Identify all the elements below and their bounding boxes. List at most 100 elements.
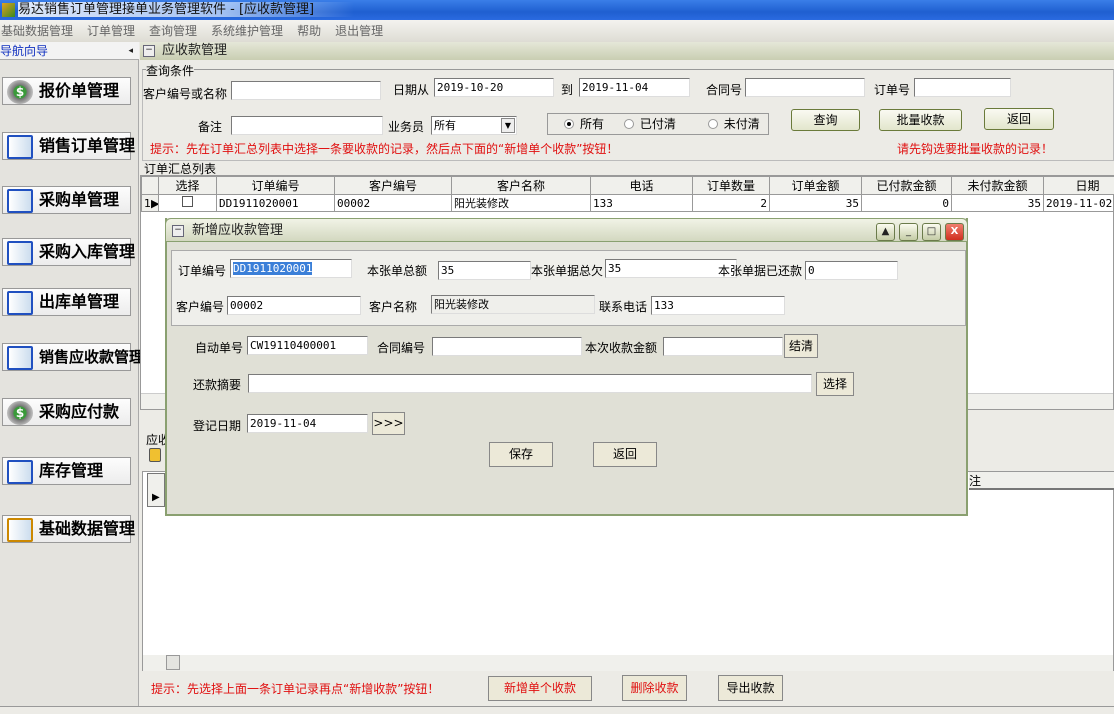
order-no-label: 订单号: [874, 83, 911, 97]
order-no-field[interactable]: DD1911020001: [230, 259, 352, 278]
search-button[interactable]: 查询: [791, 109, 860, 131]
export-receipt-button[interactable]: 导出收款: [718, 675, 783, 701]
choose-button[interactable]: 选择: [816, 372, 854, 396]
query-hint: 提示：先在订单汇总列表中选择一条要收款的记录，然后点下面的“新增单个收款”按钮！: [150, 142, 619, 156]
system-menu-icon[interactable]: −: [172, 225, 184, 237]
cust-name-label: 客户名称: [369, 300, 418, 314]
date-picker-button[interactable]: >>>: [372, 412, 405, 435]
auto-no-label: 自动单号: [195, 341, 244, 355]
date-from-input[interactable]: 2019-10-20: [434, 78, 554, 97]
order-no-input[interactable]: [914, 78, 1011, 97]
cust-name-field[interactable]: 阳光装修改: [431, 295, 595, 314]
salesman-select[interactable]: 所有 ▼: [431, 116, 517, 135]
contract-field[interactable]: [432, 337, 582, 356]
money-bag-icon: $: [7, 80, 33, 104]
date-label: 登记日期: [193, 419, 242, 433]
document-icon: [7, 241, 33, 265]
total-field[interactable]: 35: [438, 261, 531, 280]
settle-button[interactable]: 结清: [784, 334, 818, 358]
summary-field[interactable]: [248, 374, 812, 393]
date-field[interactable]: 2019-11-04: [247, 414, 368, 433]
cust-no-field[interactable]: 00002: [227, 296, 361, 315]
panel-header: − 应收款管理: [140, 42, 1114, 60]
sidebar-item-outbound[interactable]: 出库单管理: [2, 288, 131, 316]
receipts-hscrollbar[interactable]: [143, 655, 1113, 671]
phone-field[interactable]: 133: [651, 296, 785, 315]
status-bar: [0, 706, 1114, 714]
add-receipt-button[interactable]: 新增单个收款: [488, 676, 592, 701]
summary-label: 还款摘要: [193, 378, 242, 392]
col-order-no: 订单编号: [216, 176, 335, 195]
close-icon[interactable]: X: [945, 223, 964, 241]
back-button[interactable]: 返回: [984, 108, 1054, 130]
panel-title: 应收款管理: [162, 43, 228, 58]
sidebar-item-payables[interactable]: $ 采购应付款: [2, 398, 131, 426]
batch-hint: 请先钩选要批量收款的记录！: [897, 142, 1054, 156]
dialog-title-bar[interactable]: − 新增应收款管理 ▲ _ □ X: [165, 218, 968, 242]
document-edit-icon: [7, 291, 33, 315]
window-title: 易达销售订单管理接单业务管理软件 - [应收款管理]: [18, 2, 355, 17]
bottom-hint: 提示：先选择上面一条订单记录再点“新增收款”按钮！: [151, 682, 440, 696]
order-no-label: 订单编号: [178, 264, 227, 278]
menu-exit[interactable]: 退出管理: [335, 20, 383, 42]
sidebar-item-basic-data[interactable]: 基础数据管理: [2, 515, 135, 543]
rollup-icon[interactable]: ▲: [876, 223, 895, 241]
menu-basic-data[interactable]: 基础数据管理: [1, 20, 73, 42]
row-indicator: ▶: [147, 473, 165, 507]
remark-input[interactable]: [231, 116, 383, 135]
customer-input[interactable]: [231, 81, 381, 100]
minimize-panel-icon[interactable]: −: [143, 45, 155, 57]
edit-tool-icon[interactable]: [149, 448, 161, 462]
sidebar-item-purchase[interactable]: 采购单管理: [2, 186, 131, 214]
repaid-label: 本张单据已还款: [718, 264, 803, 278]
folder-edit-icon: [7, 518, 33, 542]
sidebar: $ 报价单管理 销售订单管理 采购单管理 采购入库管理 出库单管理 销售应收款管理…: [0, 60, 144, 714]
menu-system[interactable]: 系统维护管理: [211, 20, 283, 42]
table-row[interactable]: 1▶ DD191102000100002阳光装修改1332350352019-1…: [141, 194, 1114, 212]
document-icon: [7, 346, 33, 370]
save-button[interactable]: 保存: [489, 442, 553, 467]
radio-unpaid[interactable]: 未付清: [707, 117, 760, 131]
nav-header: 导航向导 ◂: [0, 42, 139, 60]
row-checkbox[interactable]: [182, 196, 193, 207]
col-qty: 订单数量: [692, 176, 770, 195]
chevron-down-icon[interactable]: ▼: [501, 118, 515, 133]
col-remark: 注: [969, 472, 1114, 490]
date-to-input[interactable]: 2019-11-04: [579, 78, 690, 97]
dialog-title: 新增应收款管理: [192, 223, 284, 238]
col-amount: 订单金额: [769, 176, 862, 195]
sidebar-item-receivables[interactable]: 销售应收款管理: [2, 343, 144, 371]
auto-no-field[interactable]: CW19110400001: [247, 336, 368, 355]
batch-receive-button[interactable]: 批量收款: [879, 109, 962, 131]
menu-orders[interactable]: 订单管理: [87, 20, 135, 42]
status-radio-group: 所有 已付清 未付清: [547, 113, 769, 135]
dialog-back-button[interactable]: 返回: [593, 442, 657, 467]
radio-all[interactable]: 所有: [564, 117, 604, 131]
delete-receipt-button[interactable]: 删除收款: [622, 675, 687, 701]
title-bar: 易达销售订单管理接单业务管理软件 - [应收款管理]: [0, 0, 1114, 20]
menu-query[interactable]: 查询管理: [149, 20, 197, 42]
menu-bar: 基础数据管理 订单管理 查询管理 系统维护管理 帮助 退出管理: [0, 20, 1114, 42]
sidebar-item-quotation[interactable]: $ 报价单管理: [2, 77, 131, 105]
contract-label: 合同编号: [377, 341, 426, 355]
app-icon: [2, 3, 15, 17]
minimize-icon[interactable]: _: [899, 223, 918, 241]
document-icon: [7, 189, 33, 213]
amount-label: 本次收款金额: [585, 341, 658, 355]
col-cust-no: 客户编号: [334, 176, 452, 195]
menu-help[interactable]: 帮助: [297, 20, 321, 42]
amount-field[interactable]: [663, 337, 783, 356]
sidebar-item-purchase-in[interactable]: 采购入库管理: [2, 238, 135, 266]
total-label: 本张单总额: [367, 264, 428, 278]
phone-label: 联系电话: [599, 300, 648, 314]
repaid-field[interactable]: 0: [805, 261, 898, 280]
contract-input[interactable]: [745, 78, 865, 97]
nav-title: 导航向导: [0, 44, 49, 58]
col-phone: 电话: [590, 176, 693, 195]
salesman-label: 业务员: [388, 120, 425, 134]
sidebar-item-sales-order[interactable]: 销售订单管理: [2, 132, 135, 160]
collapse-icon[interactable]: ◂: [128, 42, 133, 60]
radio-paid[interactable]: 已付清: [623, 117, 676, 131]
maximize-icon[interactable]: □: [922, 223, 941, 241]
sidebar-item-inventory[interactable]: 库存管理: [2, 457, 131, 485]
